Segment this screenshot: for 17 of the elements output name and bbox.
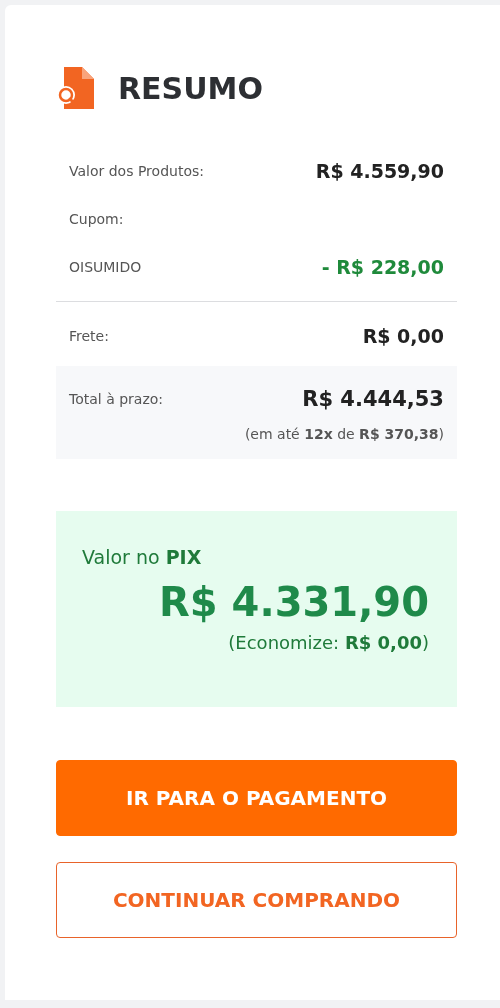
pix-label: Valor no PIX bbox=[82, 544, 203, 570]
row-value: R$ 4.559,90 bbox=[315, 158, 444, 184]
row-value: R$ 0,00 bbox=[362, 323, 444, 349]
summary-title: RESUMO bbox=[118, 69, 263, 108]
row-label: OISUMIDO bbox=[69, 257, 142, 277]
continue-shopping-button[interactable]: CONTINUAR COMPRANDO bbox=[56, 861, 457, 938]
installments-text: (em até 12x de R$ 370,38) bbox=[244, 424, 444, 444]
savings-text: (Economize: R$ 0,00) bbox=[228, 631, 429, 655]
pix-value: R$ 4.331,90 bbox=[159, 578, 429, 627]
payment-button[interactable]: IR PARA O PAGAMENTO bbox=[56, 759, 457, 836]
total-label: Total à prazo: bbox=[69, 390, 164, 410]
row-value: - R$ 228,00 bbox=[321, 254, 444, 280]
total-value: R$ 4.444,53 bbox=[302, 386, 444, 413]
document-search-icon bbox=[56, 67, 96, 109]
row-label: Valor dos Produtos: bbox=[69, 161, 204, 181]
row-label: Frete: bbox=[69, 326, 109, 346]
row-label: Cupom: bbox=[69, 209, 124, 229]
